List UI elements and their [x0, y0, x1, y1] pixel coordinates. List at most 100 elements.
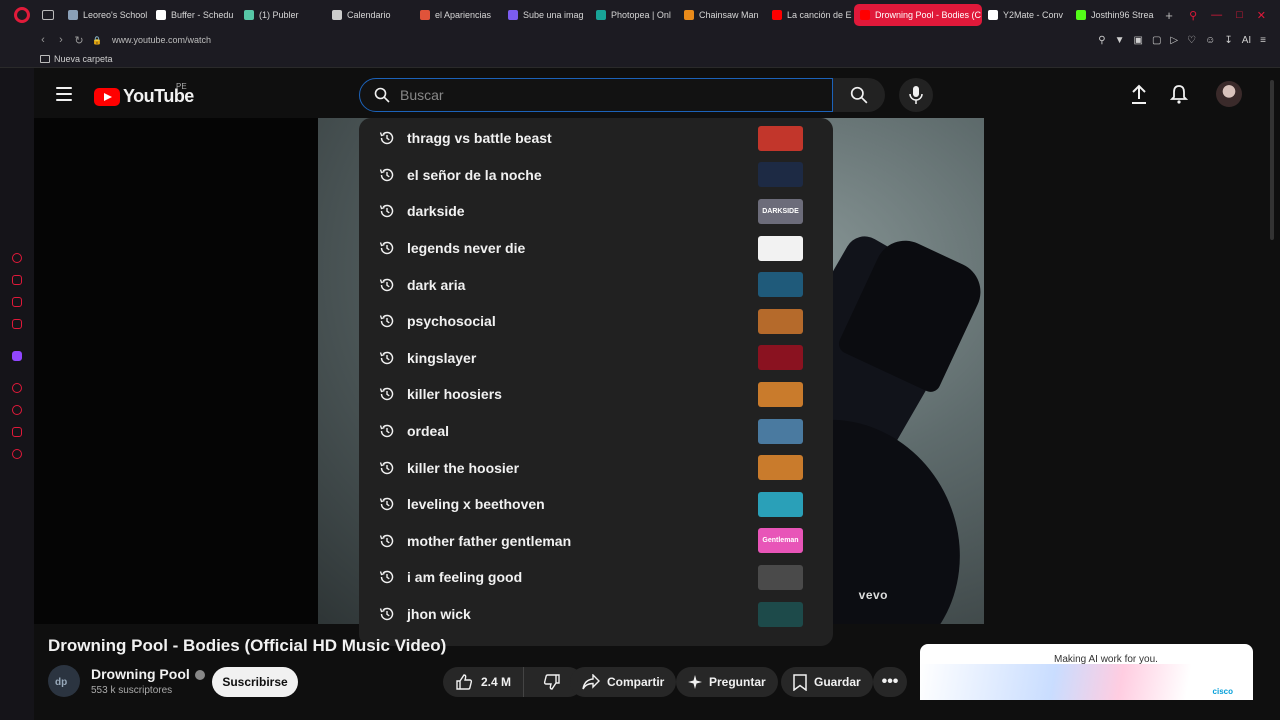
- vevo-watermark: vevo: [858, 588, 888, 602]
- save-button[interactable]: Guardar: [781, 667, 873, 697]
- player-icon[interactable]: [12, 383, 22, 393]
- back-icon[interactable]: ‹: [34, 34, 52, 46]
- tab-label: Drowning Pool - Bodies (C: [875, 10, 982, 20]
- account-icon[interactable]: ☺: [1205, 35, 1215, 46]
- browser-tab[interactable]: Drowning Pool - Bodies (C: [854, 4, 982, 26]
- suggestion-text: kingslayer: [407, 349, 477, 366]
- history-clock-icon: [379, 203, 395, 219]
- suggestion-thumbnail: [758, 455, 803, 481]
- page-scrollbar[interactable]: [1270, 80, 1274, 240]
- forward-icon[interactable]: ›: [52, 34, 70, 46]
- upload-icon[interactable]: [1130, 84, 1148, 104]
- hamburger-menu-icon[interactable]: [56, 87, 72, 101]
- search-suggestion-item[interactable]: el señor de la noche: [359, 157, 833, 194]
- maximize-icon[interactable]: □: [1236, 9, 1243, 21]
- browser-tab[interactable]: Photopea | Onl: [590, 4, 678, 26]
- search-suggestion-item[interactable]: leveling x beethoven: [359, 486, 833, 523]
- search-suggestion-item[interactable]: killer hoosiers: [359, 376, 833, 413]
- search-suggestion-item[interactable]: i am feeling good: [359, 559, 833, 596]
- tab-favicon-icon: [508, 10, 518, 20]
- search-suggestion-item[interactable]: dark aria: [359, 266, 833, 303]
- suggestion-text: i am feeling good: [407, 569, 523, 586]
- pin-sidebar-icon[interactable]: [12, 427, 22, 437]
- heart-icon[interactable]: ♡: [1187, 35, 1196, 46]
- twitch-icon[interactable]: [12, 351, 22, 361]
- search-suggestion-item[interactable]: killer the hoosier: [359, 449, 833, 486]
- pinboard-icon[interactable]: [12, 319, 22, 329]
- browser-tab[interactable]: Chainsaw Man: [678, 4, 766, 26]
- country-code: PE: [176, 82, 187, 91]
- bookmark-folder[interactable]: Nueva carpeta: [54, 54, 113, 64]
- menu-icon[interactable]: ≡: [1260, 35, 1266, 46]
- tab-label: Calendario: [347, 10, 391, 20]
- messenger-icon[interactable]: [12, 297, 22, 307]
- minimize-icon[interactable]: —: [1211, 9, 1222, 21]
- browser-tab[interactable]: Y2Mate - Conv: [982, 4, 1070, 26]
- history-clock-icon: [379, 423, 395, 439]
- browser-tab[interactable]: Josthin96 Strea: [1070, 4, 1158, 26]
- snapshot-icon[interactable]: ▣: [1134, 35, 1143, 46]
- new-tab-icon[interactable]: +: [1162, 8, 1176, 23]
- search-tabs-icon[interactable]: ⚲: [1189, 9, 1197, 22]
- browser-tab[interactable]: Leoreo's School: [62, 4, 150, 26]
- browser-tab[interactable]: (1) Publer: [238, 4, 326, 26]
- ad-text: Making AI work for you.: [1054, 654, 1158, 665]
- tab-favicon-icon: [684, 10, 694, 20]
- play-icon[interactable]: ▷: [1170, 35, 1178, 46]
- tab-favicon-icon: [244, 10, 254, 20]
- settings-icon[interactable]: [12, 449, 22, 459]
- opera-logo-icon[interactable]: [14, 7, 30, 23]
- search-suggestion-item[interactable]: legends never die: [359, 230, 833, 267]
- browser-tab[interactable]: La canción de E: [766, 4, 854, 26]
- notifications-bell-icon[interactable]: [1170, 84, 1188, 104]
- url-field[interactable]: www.youtube.com/watch: [112, 35, 211, 45]
- browser-tab[interactable]: Sube una imag: [502, 4, 590, 26]
- suggestion-thumbnail: [758, 235, 803, 261]
- browser-tab[interactable]: Calendario: [326, 4, 414, 26]
- search-input[interactable]: [400, 87, 800, 103]
- ask-button[interactable]: Preguntar: [676, 667, 778, 697]
- history-clock-icon: [379, 313, 395, 329]
- channel-name-text[interactable]: Drowning Pool: [91, 666, 190, 682]
- channel-avatar[interactable]: dp: [48, 665, 80, 697]
- history-clock-icon: [379, 533, 395, 549]
- more-actions-button[interactable]: •••: [873, 667, 907, 697]
- search-suggestion-item[interactable]: mother father gentleman Gentleman: [359, 523, 833, 560]
- video-title: Drowning Pool - Bodies (Official HD Musi…: [48, 636, 447, 655]
- share-button[interactable]: Compartir: [570, 667, 677, 697]
- dislike-button[interactable]: [531, 673, 573, 691]
- search-suggestion-item[interactable]: thragg vs battle beast: [359, 120, 833, 157]
- search-button[interactable]: [833, 78, 885, 112]
- like-button[interactable]: 2.4 M: [443, 667, 525, 697]
- zoom-icon[interactable]: ⚲: [1098, 35, 1105, 46]
- reload-icon[interactable]: ↻: [70, 34, 88, 47]
- aria-ai-button[interactable]: AI: [1242, 35, 1251, 46]
- tab-overview-icon[interactable]: [42, 10, 54, 20]
- clock-icon[interactable]: [12, 405, 22, 415]
- close-window-icon[interactable]: ✕: [1257, 9, 1266, 22]
- download-icon[interactable]: ↧: [1224, 35, 1232, 46]
- suggestion-thumbnail: [758, 564, 803, 590]
- history-icon[interactable]: [12, 253, 22, 263]
- search-suggestion-item[interactable]: darkside DARKSIDE: [359, 193, 833, 230]
- browser-tab[interactable]: Buffer - Schedu: [150, 4, 238, 26]
- search-suggestion-item[interactable]: kingslayer: [359, 340, 833, 377]
- suggestion-text: psychosocial: [407, 313, 496, 330]
- search-suggestion-item[interactable]: psychosocial: [359, 303, 833, 340]
- channel-name[interactable]: Drowning Pool: [91, 666, 205, 682]
- vpn-icon[interactable]: ▢: [1152, 35, 1161, 46]
- tab-favicon-icon: [1076, 10, 1086, 20]
- extensions-icon[interactable]: [12, 275, 22, 285]
- browser-tab[interactable]: el Apariencias: [414, 4, 502, 26]
- pin-icon[interactable]: ▼: [1115, 35, 1125, 46]
- share-label: Compartir: [607, 675, 665, 689]
- search-suggestion-item[interactable]: jhon wick: [359, 596, 833, 633]
- user-avatar[interactable]: [1216, 81, 1242, 107]
- subscribe-button[interactable]: Suscribirse: [212, 667, 298, 697]
- suggestion-text: leveling x beethoven: [407, 496, 545, 513]
- search-suggestion-item[interactable]: ordeal: [359, 413, 833, 450]
- suggestion-text: thragg vs battle beast: [407, 130, 552, 147]
- voice-search-button[interactable]: [899, 78, 933, 112]
- suggestion-thumbnail: [758, 125, 803, 151]
- sidebar-ad[interactable]: Making AI work for you. cisco: [920, 644, 1253, 700]
